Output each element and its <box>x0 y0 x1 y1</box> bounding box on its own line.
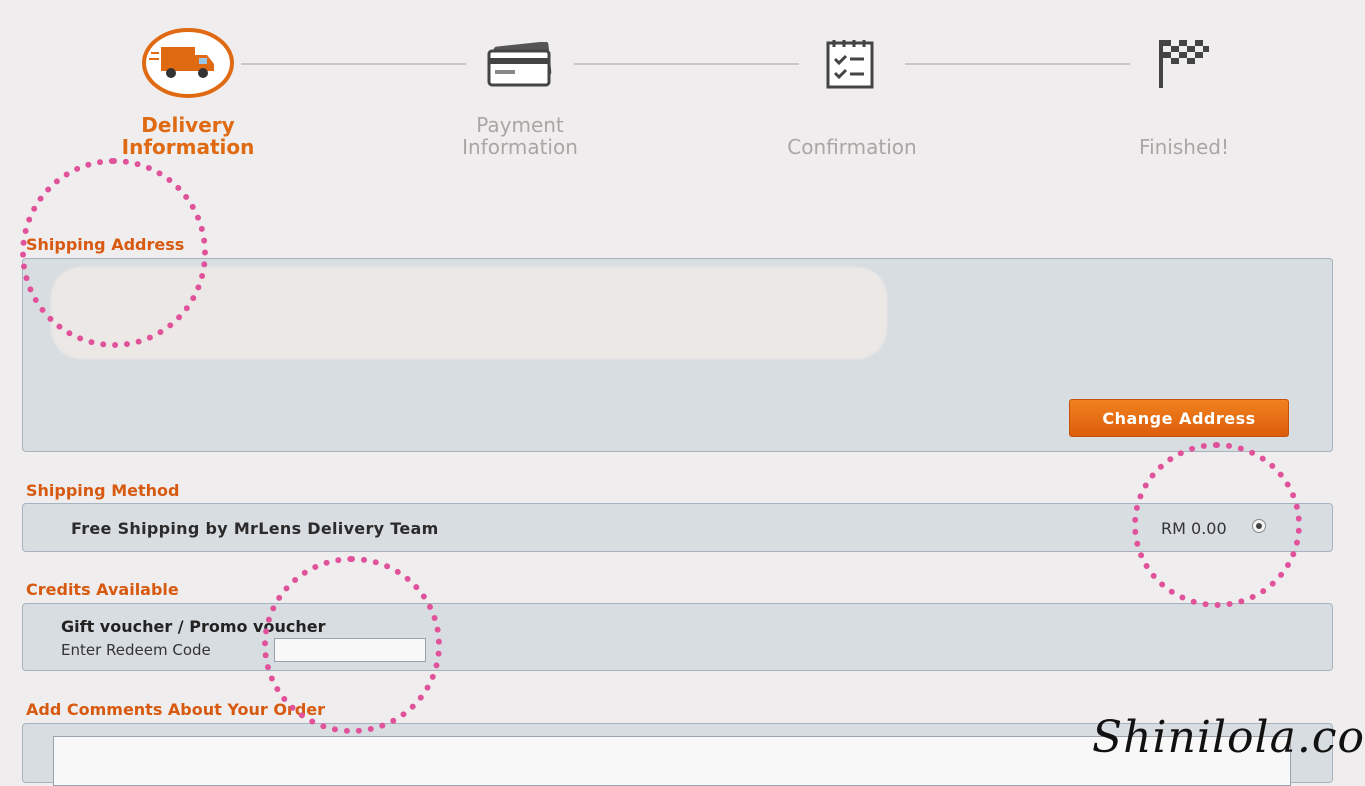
step-delivery-icon <box>141 27 235 99</box>
credit-card-icon <box>487 42 552 87</box>
step-label-confirmation: Confirmation <box>787 135 917 159</box>
annotation-circle <box>262 556 442 734</box>
change-address-button[interactable]: Change Address <box>1069 399 1289 437</box>
annotation-circle <box>1132 442 1302 608</box>
watermark: Shinilola.com <box>1092 712 1365 763</box>
shipping-method-title: Shipping Method <box>26 481 180 500</box>
step-confirmation-icon <box>822 37 878 91</box>
shipping-option-label: Free Shipping by MrLens Delivery Team <box>71 519 439 538</box>
step-label-finished: Finished! <box>1139 135 1229 159</box>
step-finished-icon <box>1155 36 1211 90</box>
step-label-delivery: Delivery Information <box>121 113 255 159</box>
credits-panel: Gift voucher / Promo voucher Enter Redee… <box>22 603 1333 671</box>
checkered-flag-icon <box>1159 40 1209 88</box>
checklist-icon <box>826 40 874 89</box>
step-payment-icon <box>485 42 555 88</box>
step-connector <box>574 63 799 65</box>
redeem-code-label: Enter Redeem Code <box>61 641 211 659</box>
comments-title: Add Comments About Your Order <box>26 700 326 719</box>
step-label-payment: Payment Information <box>462 113 578 159</box>
credits-title: Credits Available <box>26 580 179 599</box>
shipping-address-panel: Change Address <box>22 258 1333 452</box>
truck-icon <box>142 28 234 98</box>
annotation-circle <box>20 158 208 348</box>
step-connector <box>241 63 466 65</box>
step-connector <box>905 63 1130 65</box>
